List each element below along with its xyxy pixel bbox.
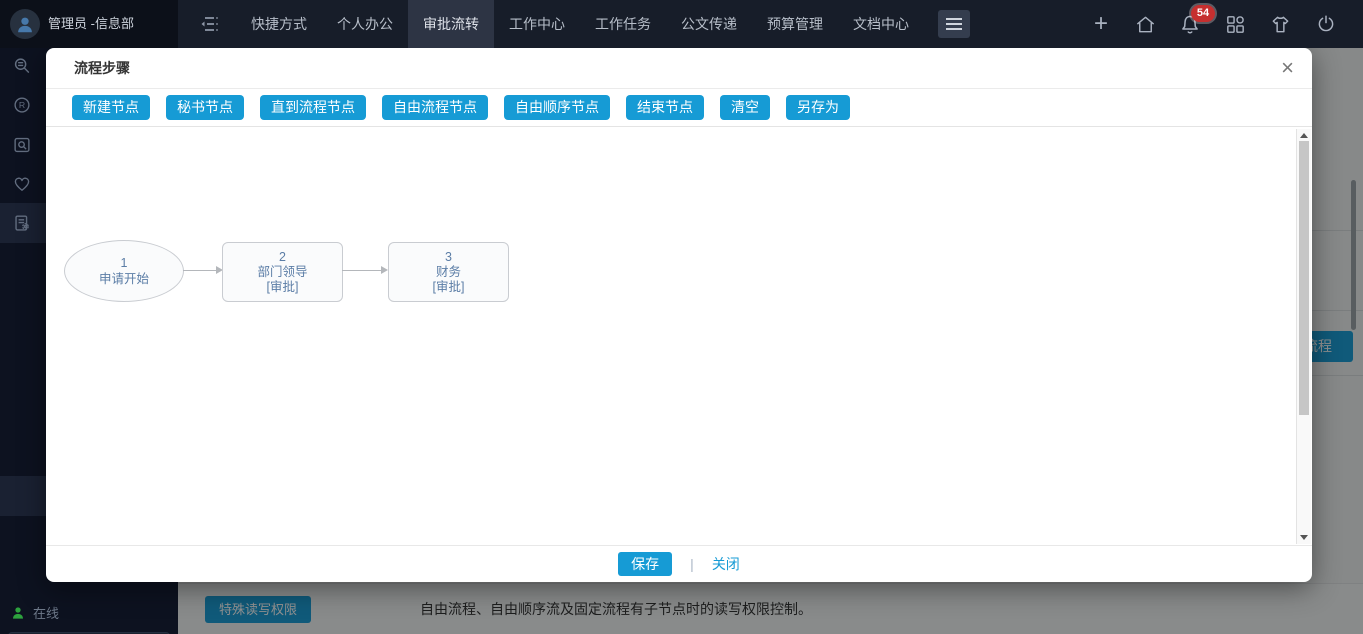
canvas-scrollbar[interactable] xyxy=(1296,129,1311,544)
online-person-icon xyxy=(10,605,26,621)
free-flow-node-button[interactable]: 自由流程节点 xyxy=(382,95,488,120)
flow-node-dept-leader[interactable]: 2 部门领导 [审批] xyxy=(222,242,343,302)
new-node-button[interactable]: 新建节点 xyxy=(72,95,150,120)
flow-node-start[interactable]: 1 申请开始 xyxy=(64,240,184,302)
theme-shirt-icon[interactable] xyxy=(1268,12,1292,36)
document-settings-icon[interactable] xyxy=(10,211,34,235)
node-tag: [审批] xyxy=(267,280,299,295)
notification-badge: 54 xyxy=(1191,5,1215,22)
main-nav: 快捷方式 个人办公 审批流转 工作中心 工作任务 公文传递 预算管理 文档中心 xyxy=(236,0,924,48)
node-label: 财务 xyxy=(436,265,461,280)
nav-item-work-center[interactable]: 工作中心 xyxy=(494,0,580,48)
node-label: 申请开始 xyxy=(99,271,149,287)
footer-divider: | xyxy=(690,556,694,572)
dialog-title: 流程步骤 xyxy=(74,48,130,88)
power-logout-icon[interactable] xyxy=(1314,12,1338,36)
save-button[interactable]: 保存 xyxy=(618,552,672,576)
until-flow-node-button[interactable]: 直到流程节点 xyxy=(260,95,366,120)
top-bar: 管理员 -信息部 快捷方式 个人办公 审批流转 工作中心 工作任务 公文传递 预… xyxy=(0,0,1363,48)
screen: 流程 特殊读写权限 自由流程、自由顺序流及固定流程有子节点时的读写权限控制。 管… xyxy=(0,0,1363,634)
secretary-node-button[interactable]: 秘书节点 xyxy=(166,95,244,120)
dialog-footer: 保存 | 关闭 xyxy=(46,545,1312,582)
nav-item-document-delivery[interactable]: 公文传递 xyxy=(666,0,752,48)
nav-item-work-tasks[interactable]: 工作任务 xyxy=(580,0,666,48)
avatar[interactable] xyxy=(10,9,40,39)
document-preview-icon[interactable] xyxy=(10,133,34,157)
node-tag: [审批] xyxy=(433,280,465,295)
flow-connector xyxy=(183,270,217,271)
flow-connector-arrowhead xyxy=(381,266,388,274)
nav-item-approval-flow[interactable]: 审批流转 xyxy=(408,0,494,48)
flow-connector xyxy=(342,270,382,271)
apps-grid-icon[interactable] xyxy=(1223,12,1247,36)
top-bar-user-section: 管理员 -信息部 xyxy=(0,0,178,48)
scroll-up-icon[interactable] xyxy=(1300,133,1308,138)
dialog-header: 流程步骤 × xyxy=(46,48,1312,89)
flow-node-finance[interactable]: 3 财务 [审批] xyxy=(388,242,509,302)
free-sequence-node-button[interactable]: 自由顺序节点 xyxy=(504,95,610,120)
nav-item-document-center[interactable]: 文档中心 xyxy=(838,0,924,48)
online-label: 在线 xyxy=(33,603,59,622)
end-node-button[interactable]: 结束节点 xyxy=(626,95,704,120)
node-label: 部门领导 xyxy=(257,265,307,280)
node-seq: 2 xyxy=(279,250,286,265)
collapse-menu-icon[interactable] xyxy=(197,12,221,36)
node-seq: 1 xyxy=(121,255,128,271)
user-name[interactable]: 管理员 -信息部 xyxy=(48,0,134,48)
clear-button[interactable]: 清空 xyxy=(720,95,770,120)
home-icon[interactable] xyxy=(1133,12,1157,36)
save-as-button[interactable]: 另存为 xyxy=(786,95,850,120)
close-icon[interactable]: × xyxy=(1281,55,1294,81)
close-link[interactable]: 关闭 xyxy=(712,554,740,574)
nav-item-personal-office[interactable]: 个人办公 xyxy=(322,0,408,48)
node-toolbar: 新建节点 秘书节点 直到流程节点 自由流程节点 自由顺序节点 结束节点 清空 另… xyxy=(46,89,1312,127)
svg-text:R: R xyxy=(19,100,25,110)
favorites-heart-icon[interactable] xyxy=(10,172,34,196)
scrollbar-thumb[interactable] xyxy=(1299,141,1309,415)
add-icon[interactable]: + xyxy=(1089,12,1113,36)
scroll-down-icon[interactable] xyxy=(1300,535,1308,540)
advanced-search-icon[interactable] xyxy=(10,54,34,78)
nav-item-shortcuts[interactable]: 快捷方式 xyxy=(236,0,322,48)
avatar-person-icon xyxy=(14,13,36,35)
nav-item-budget-management[interactable]: 预算管理 xyxy=(752,0,838,48)
more-menu-icon[interactable] xyxy=(938,10,970,38)
flow-canvas[interactable]: 1 申请开始 2 部门领导 [审批] 3 财务 [审批] xyxy=(46,128,1312,545)
flow-steps-dialog: 流程步骤 × 新建节点 秘书节点 直到流程节点 自由流程节点 自由顺序节点 结束… xyxy=(46,48,1312,582)
node-seq: 3 xyxy=(445,250,452,265)
online-status: 在线 xyxy=(10,603,59,622)
registered-circle-icon[interactable]: R xyxy=(10,93,34,117)
